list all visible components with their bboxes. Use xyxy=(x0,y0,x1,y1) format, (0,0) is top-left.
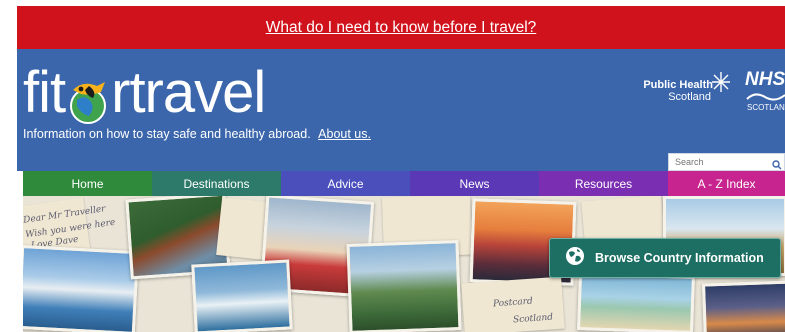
search-input[interactable] xyxy=(675,157,775,167)
campervan-photo xyxy=(577,271,695,332)
nav-home-label: Home xyxy=(71,176,104,191)
tagline-text: Information on how to stay safe and heal… xyxy=(23,127,311,141)
logo-text-travel: rtravel xyxy=(111,60,266,125)
nav-item-resources[interactable]: Resources xyxy=(539,171,668,196)
fitfortravel-logo[interactable]: fit rtravel xyxy=(23,60,266,125)
nav-advice-label: Advice xyxy=(327,176,364,191)
nav-news-label: News xyxy=(459,176,490,191)
nhs-scotland-text: SCOTLAND xyxy=(747,103,785,112)
site-search[interactable] xyxy=(668,153,785,171)
nav-a-z-index-label: A - Z Index xyxy=(697,176,756,191)
nhs-swoosh-icon xyxy=(746,93,785,101)
phs-logo-line1: Public Health xyxy=(643,79,713,91)
nav-item-advice[interactable]: Advice xyxy=(281,171,410,196)
nav-resources-label: Resources xyxy=(574,176,633,191)
main-navigation: Home Destinations Advice News Resources … xyxy=(23,171,785,196)
browse-button-label: Browse Country Information xyxy=(595,251,764,265)
santorini-photo xyxy=(23,244,140,332)
toucan-globe-icon xyxy=(67,77,109,124)
nav-item-news[interactable]: News xyxy=(410,171,539,196)
nav-item-home[interactable]: Home xyxy=(23,171,152,196)
travel-alert-banner: What do I need to know before I travel? xyxy=(17,6,785,49)
browse-country-information-button[interactable]: Browse Country Information xyxy=(549,238,781,278)
city-night-photo xyxy=(701,280,785,332)
nhs-scotland-logo[interactable]: NHS SCOTLAND xyxy=(745,69,785,113)
phs-logo-line2: Scotland xyxy=(668,91,711,103)
travel-advice-link[interactable]: What do I need to know before I travel? xyxy=(266,19,537,37)
globe-icon xyxy=(565,246,585,271)
nhs-logo-text: NHS xyxy=(745,69,785,90)
jet-ski-photo xyxy=(191,259,293,332)
nav-destinations-label: Destinations xyxy=(183,176,250,191)
rio-photo xyxy=(346,240,462,332)
phs-star-icon xyxy=(712,72,730,92)
public-health-scotland-logo[interactable]: Public Health Scotland xyxy=(641,71,731,111)
logo-text-fit: fit xyxy=(23,60,66,125)
nav-item-a-z-index[interactable]: A - Z Index xyxy=(668,171,785,196)
nav-item-destinations[interactable]: Destinations xyxy=(152,171,281,196)
site-tagline: Information on how to stay safe and heal… xyxy=(23,127,371,141)
about-us-link[interactable]: About us. xyxy=(318,127,371,141)
